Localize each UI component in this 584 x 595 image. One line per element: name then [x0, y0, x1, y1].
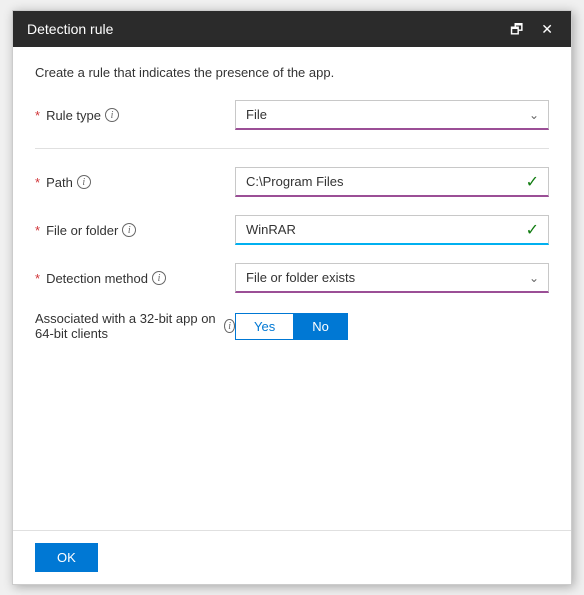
- file-folder-label-text: File or folder: [46, 223, 118, 238]
- detection-rule-dialog: Detection rule 🗗 ✕ Create a rule that in…: [12, 10, 572, 585]
- detection-method-label-text: Detection method: [46, 271, 148, 286]
- associated-32bit-info-icon: i: [224, 319, 235, 333]
- minimize-button[interactable]: 🗗: [506, 22, 527, 36]
- file-folder-input[interactable]: [235, 215, 549, 245]
- close-button[interactable]: ✕: [537, 22, 557, 36]
- path-input[interactable]: [235, 167, 549, 197]
- detection-method-select[interactable]: File or folder exists Date modified Date…: [235, 263, 549, 293]
- path-row: * Path i ✓: [35, 167, 549, 197]
- required-star-2: *: [35, 175, 40, 190]
- path-info-icon: i: [77, 175, 91, 189]
- associated-32bit-row: Associated with a 32-bit app on 64-bit c…: [35, 311, 549, 341]
- rule-type-label-text: Rule type: [46, 108, 101, 123]
- detection-method-control: File or folder exists Date modified Date…: [235, 263, 549, 293]
- title-bar-controls: 🗗 ✕: [506, 22, 557, 36]
- title-bar: Detection rule 🗗 ✕: [13, 11, 571, 47]
- detection-method-row: * Detection method i File or folder exis…: [35, 263, 549, 293]
- rule-type-select[interactable]: File Registry MSI information code: [235, 100, 549, 130]
- file-folder-control: ✓: [235, 215, 549, 245]
- dialog-footer: OK: [13, 530, 571, 584]
- file-folder-info-icon: i: [122, 223, 136, 237]
- detection-method-info-icon: i: [152, 271, 166, 285]
- rule-type-info-icon: i: [105, 108, 119, 122]
- required-star-3: *: [35, 223, 40, 238]
- path-control: ✓: [235, 167, 549, 197]
- yes-button[interactable]: Yes: [236, 314, 294, 339]
- yes-no-toggle: Yes No: [235, 313, 348, 340]
- rule-type-row: * Rule type i File Registry MSI informat…: [35, 100, 549, 130]
- path-label-text: Path: [46, 175, 73, 190]
- rule-type-control: File Registry MSI information code ⌄: [235, 100, 549, 130]
- separator-1: [35, 148, 549, 149]
- rule-type-label: * Rule type i: [35, 108, 235, 123]
- detection-method-label: * Detection method i: [35, 271, 235, 286]
- associated-32bit-label-text: Associated with a 32-bit app on 64-bit c…: [35, 311, 220, 341]
- ok-button[interactable]: OK: [35, 543, 98, 572]
- required-star: *: [35, 108, 40, 123]
- dialog-title: Detection rule: [27, 21, 113, 37]
- dialog-content: Create a rule that indicates the presenc…: [13, 47, 571, 530]
- file-folder-row: * File or folder i ✓: [35, 215, 549, 245]
- description-text: Create a rule that indicates the presenc…: [35, 65, 549, 80]
- no-button[interactable]: No: [294, 314, 347, 339]
- associated-32bit-label: Associated with a 32-bit app on 64-bit c…: [35, 311, 235, 341]
- file-folder-label: * File or folder i: [35, 223, 235, 238]
- path-label: * Path i: [35, 175, 235, 190]
- required-star-4: *: [35, 271, 40, 286]
